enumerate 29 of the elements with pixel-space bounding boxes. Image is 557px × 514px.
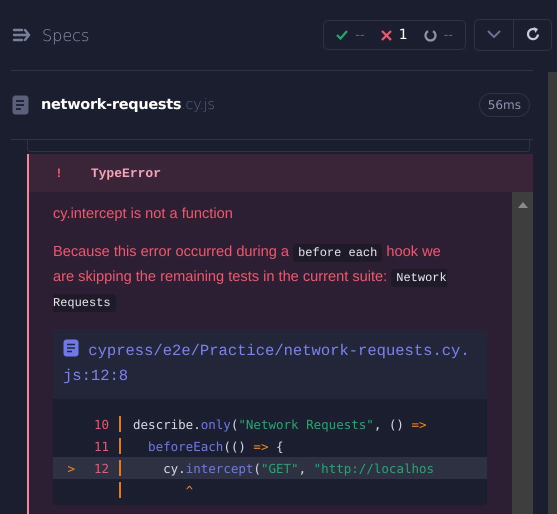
document-icon: [63, 339, 79, 357]
spinner-icon: [424, 28, 437, 42]
error-type: TypeError: [90, 166, 162, 180]
error-explanation: Because this error occurred during a before each hook we are skipping the remaining tests in the current suite: Network Requests: [53, 243, 448, 314]
check-icon: [336, 30, 348, 40]
duration-badge: 56ms: [478, 93, 530, 117]
page-scrollbar[interactable]: [548, 72, 557, 514]
scrollbar[interactable]: [512, 192, 533, 514]
document-icon: [12, 95, 29, 115]
stat-count: --: [444, 28, 453, 42]
stat-count: --: [355, 28, 365, 42]
code-line: describe.only("Network Requests", () =>: [133, 416, 427, 432]
refresh-icon: [524, 26, 540, 42]
chevron-down-icon: [487, 30, 501, 38]
code-line: beforeEach(() => {: [147, 438, 284, 454]
sidebar-title: Specs: [42, 26, 90, 44]
line-number: 11: [94, 438, 109, 454]
spec-file-name: network-requests.cy.js: [41, 97, 215, 113]
line-number: 10: [94, 416, 109, 432]
code-line: ^: [184, 482, 194, 498]
stat-count: 1: [398, 27, 408, 43]
error-message: cy.intercept is not a function: [53, 205, 234, 224]
close-icon: [380, 30, 392, 40]
line-number: 12: [94, 460, 109, 476]
code-line: cy.intercept("GET", "http://localhos: [162, 460, 434, 476]
current-line-marker: >: [67, 460, 75, 476]
specs-list-icon[interactable]: [12, 27, 32, 43]
error-bang-icon: !: [55, 166, 63, 180]
scroll-up-icon[interactable]: [518, 202, 528, 208]
